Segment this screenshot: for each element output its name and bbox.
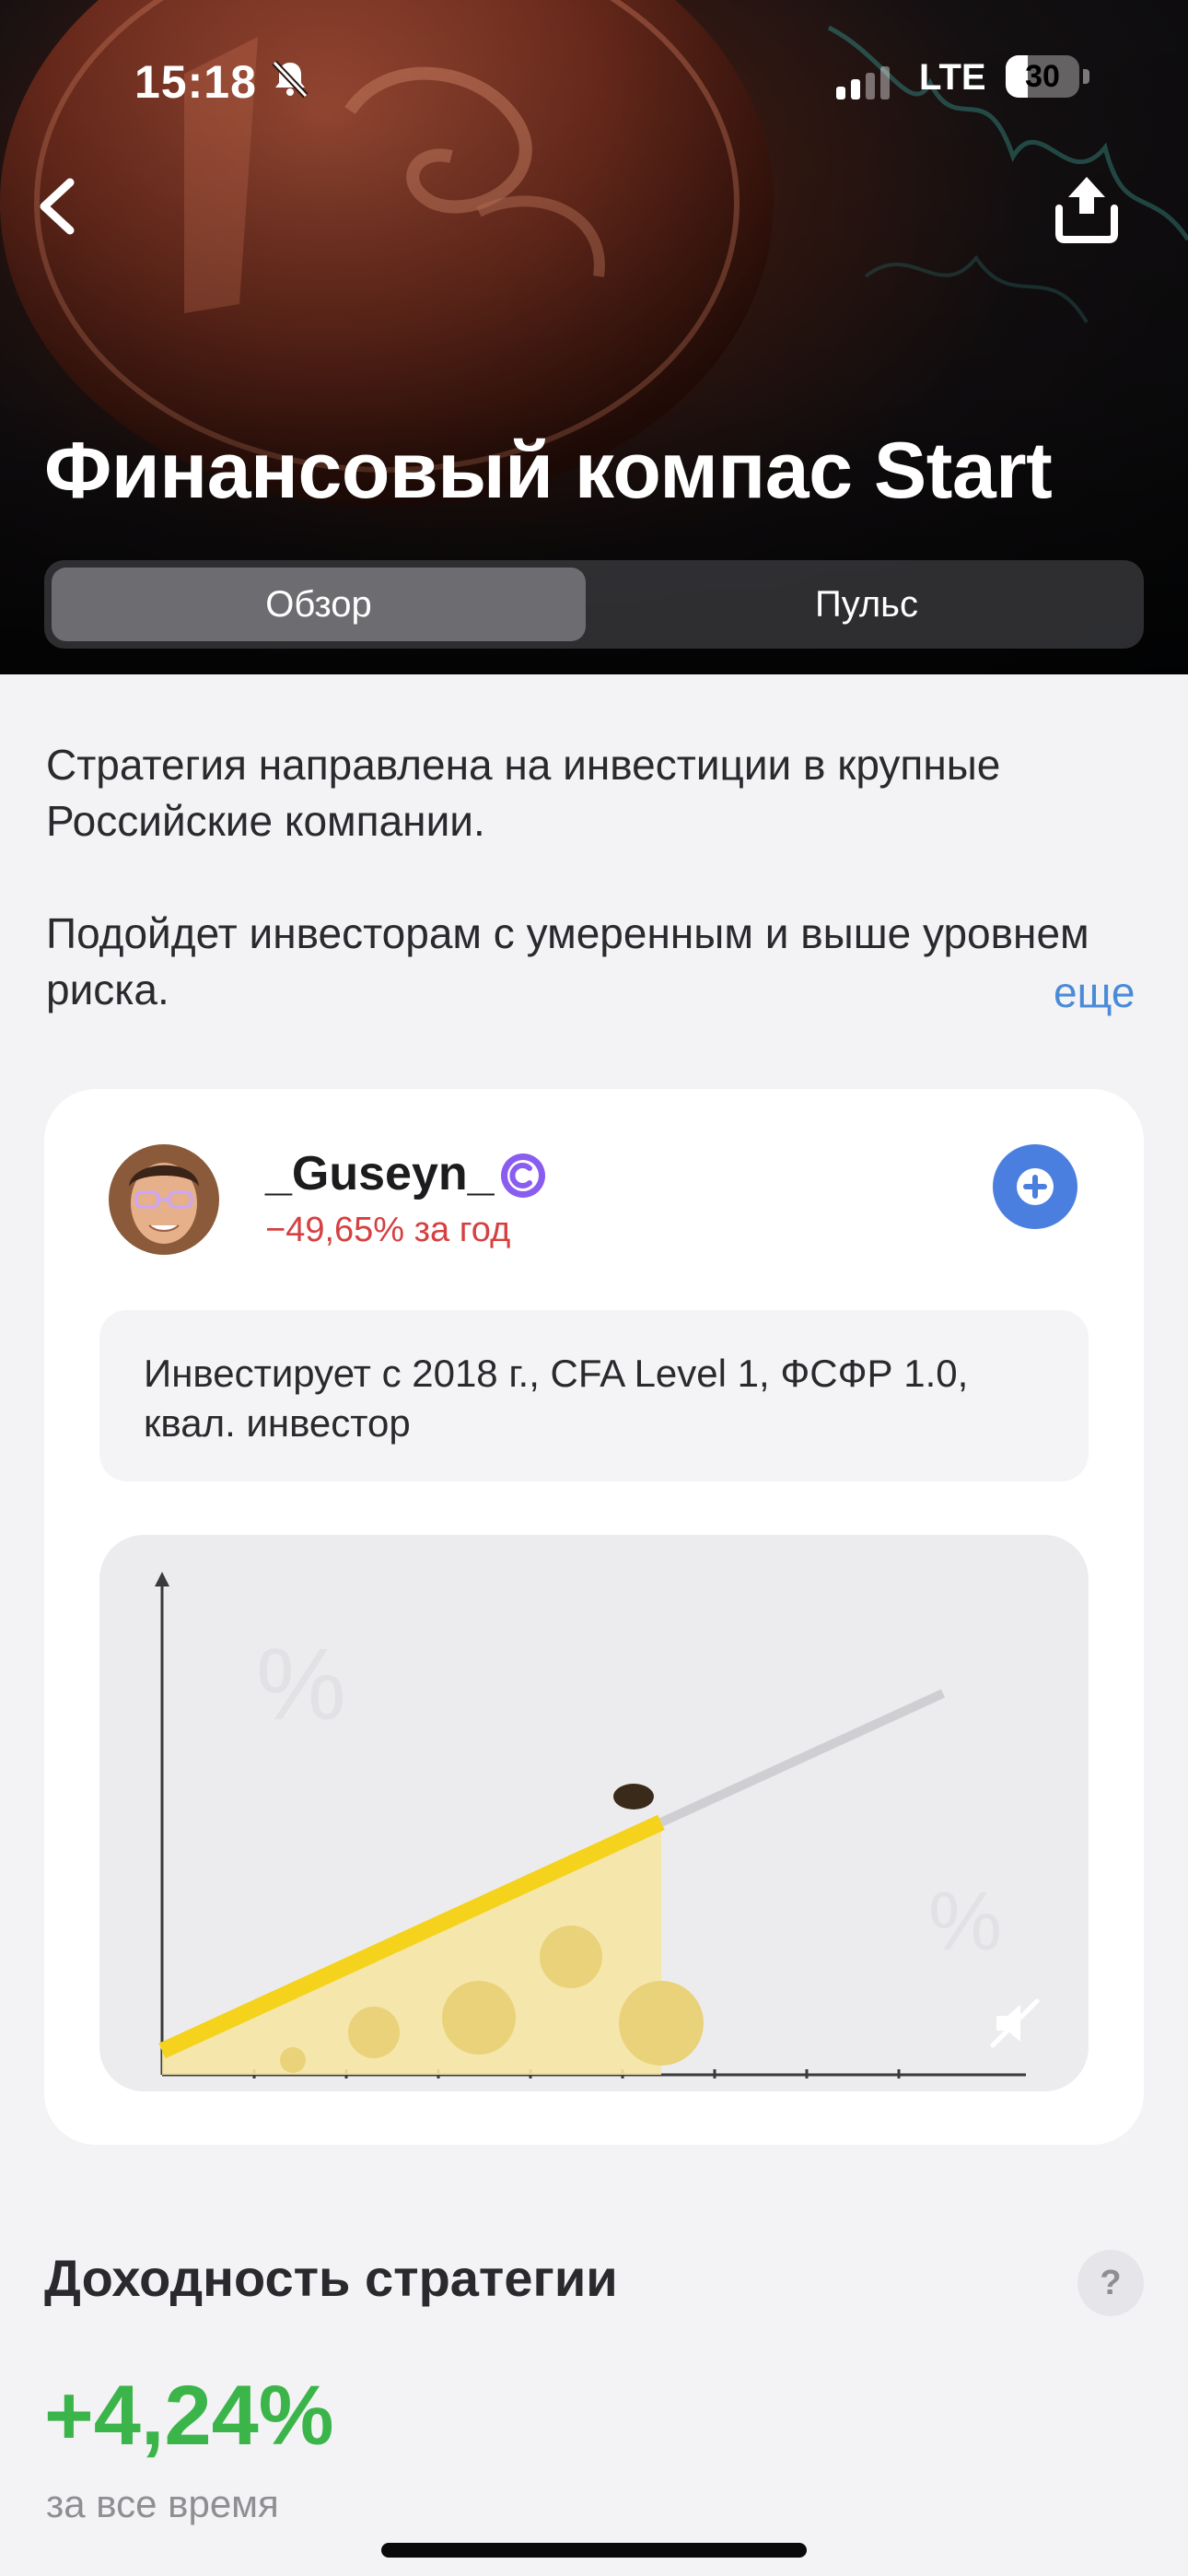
bell-slash-icon	[272, 60, 309, 99]
total-return-value: +4,24%	[44, 2369, 334, 2463]
strategy-description: Стратегия направлена на инвестиции в кру…	[46, 737, 1151, 1018]
total-return-caption: за все время	[46, 2482, 279, 2525]
author-bio-text: Инвестирует с 2018 г., CFA Level 1, ФСФР…	[144, 1352, 969, 1445]
network-type: LTE	[919, 57, 986, 98]
svg-text:%: %	[928, 1876, 1002, 1968]
cheese-chart-illustration: % %	[155, 1572, 1026, 2078]
mute-icon[interactable]	[987, 1996, 1042, 2051]
hero-header: 15:18 LTE 30 Финансовый компас Start Обз…	[0, 0, 1188, 674]
avatar[interactable]	[109, 1144, 219, 1255]
author-bio: Инвестирует с 2018 г., CFA Level 1, ФСФР…	[99, 1310, 1089, 1481]
back-chevron-icon[interactable]	[28, 171, 92, 241]
author-card: _Guseyn_ −49,65% за год Инвестирует с 20…	[44, 1089, 1144, 2145]
help-button[interactable]: ?	[1077, 2250, 1144, 2316]
description-paragraph: Стратегия направлена на инвестиции в кру…	[46, 741, 1001, 845]
share-icon[interactable]	[1050, 171, 1124, 245]
strategy-video-preview[interactable]: % %	[99, 1535, 1089, 2091]
battery-level: 30	[1025, 59, 1060, 94]
home-indicator[interactable]	[381, 2543, 807, 2558]
more-link[interactable]: еще	[1054, 967, 1136, 1017]
signal-icon	[836, 66, 890, 100]
plus-icon	[1017, 1168, 1054, 1205]
page-title: Финансовый компас Start	[44, 427, 1053, 515]
battery-icon: 30	[1006, 55, 1090, 100]
status-time: 15:18	[134, 56, 257, 108]
tab-overview[interactable]: Обзор	[52, 568, 586, 641]
battery-tip	[1083, 69, 1089, 84]
follow-button[interactable]	[993, 1144, 1077, 1229]
verified-badge-icon	[501, 1153, 545, 1198]
returns-section-title: Доходность стратегии	[44, 2249, 618, 2307]
segmented-tabs: Обзор Пульс	[44, 560, 1144, 649]
author-yearly-return: −49,65% за год	[265, 1211, 511, 1249]
svg-text:%: %	[256, 1628, 346, 1741]
author-name[interactable]: _Guseyn_	[265, 1146, 495, 1201]
description-paragraph: Подойдет инвесторам с умеренным и выше у…	[46, 909, 1089, 1013]
status-bar: 15:18 LTE 30	[0, 37, 1188, 120]
tab-pulse[interactable]: Пульс	[597, 568, 1136, 641]
